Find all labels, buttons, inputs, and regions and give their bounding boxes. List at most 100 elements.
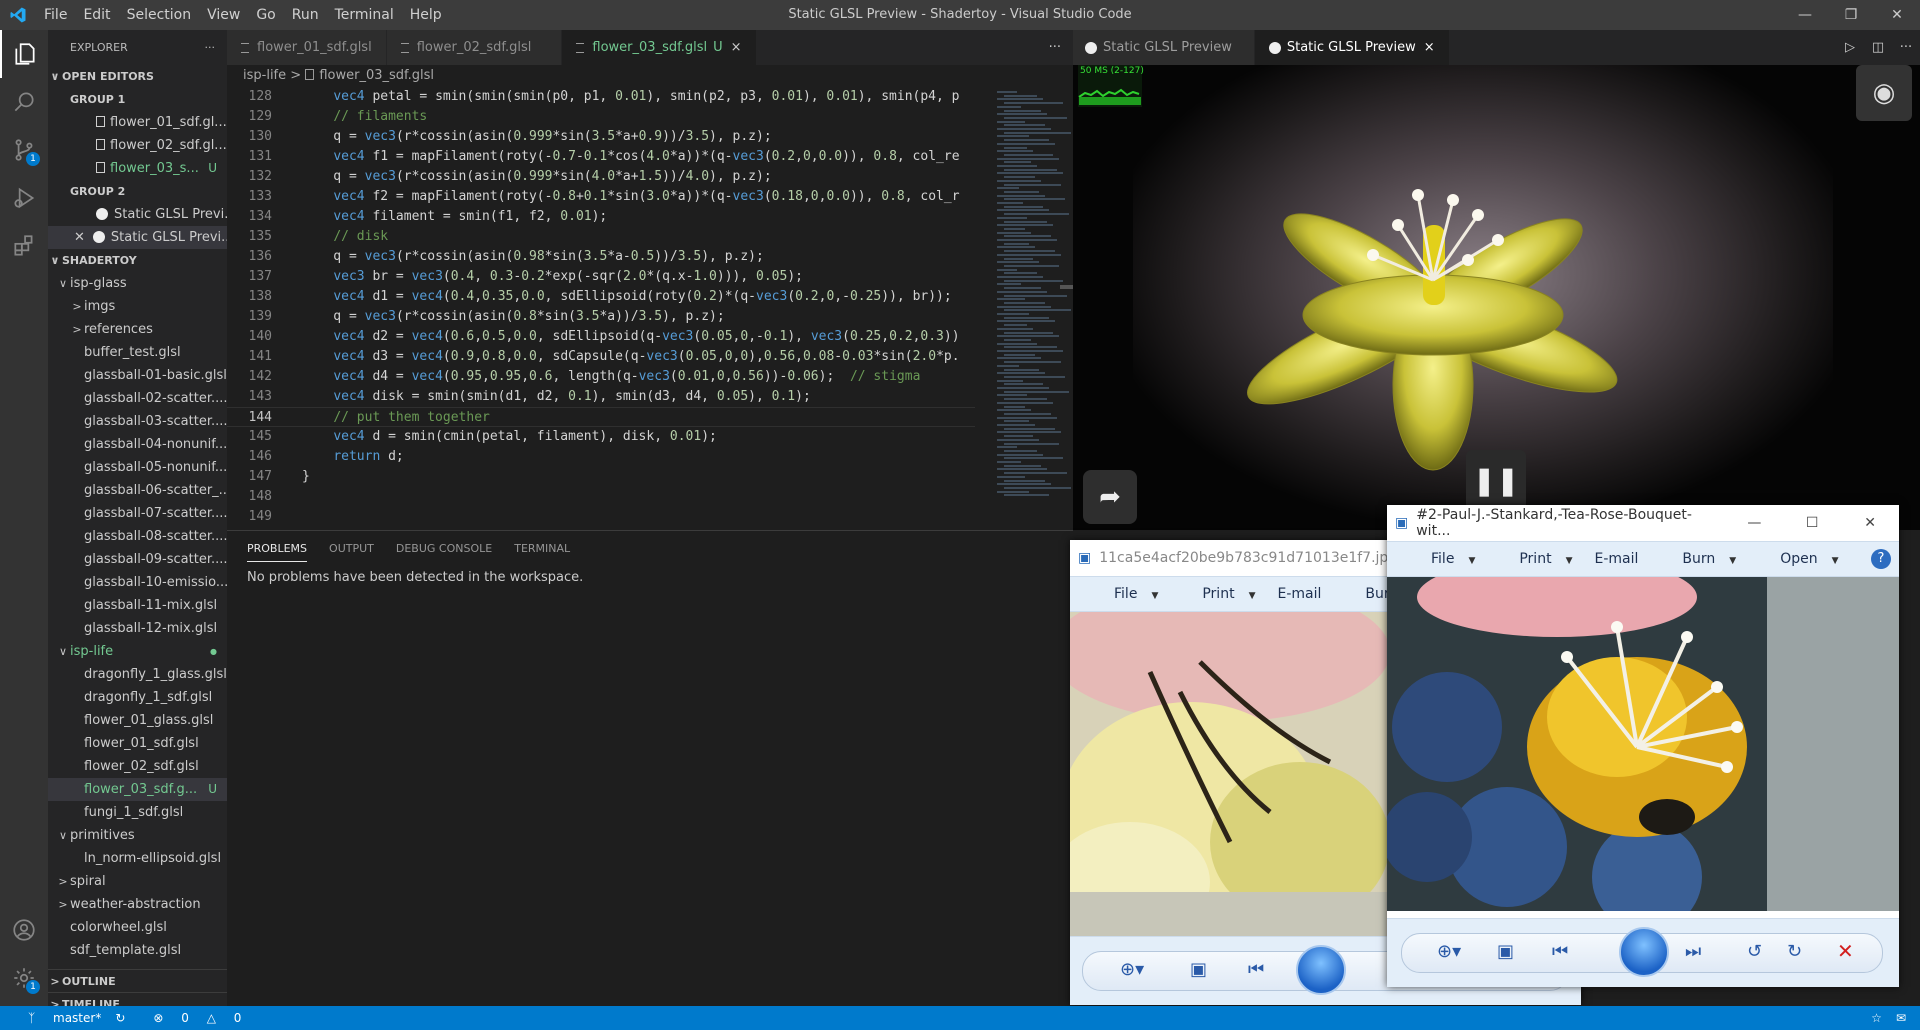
open-editors-section[interactable]: ∨ OPEN EDITORS [48,65,227,88]
code-line[interactable]: 141 vec4 d3 = vec4(0.9,0.8,0.0, sdCapsul… [227,347,975,367]
workspace-section[interactable]: ∨ SHADERTOY [48,249,227,272]
delete-icon[interactable]: ✕ [1837,939,1854,963]
menu-email[interactable]: E-mail [1278,586,1322,602]
slideshow-button[interactable] [1619,927,1669,977]
code-line[interactable]: 140 vec4 d2 = vec4(0.6,0.5,0.0, sdEllips… [227,327,975,347]
menu-file[interactable]: File ▼ [1409,551,1475,567]
extensions-icon[interactable] [0,222,48,270]
tree-file[interactable]: glassball-04-nonunif... [48,433,227,456]
tree-file[interactable]: sdf_template.glsl [48,939,227,962]
slideshow-button[interactable] [1296,945,1346,995]
tree-file[interactable]: flower_03_sdf.g... U [48,778,227,801]
tab-preview-2[interactable]: Static GLSL Preview × [1254,30,1450,65]
accounts-icon[interactable] [0,906,48,954]
tree-file[interactable]: flower_01_glass.glsl [48,709,227,732]
code-line[interactable]: 137 vec3 br = vec3(0.4, 0.3-0.2*exp(-sqr… [227,267,975,287]
tree-file[interactable]: flower_01_sdf.glsl [48,732,227,755]
help-icon[interactable]: ? [1871,549,1891,569]
tree-file[interactable]: flower_02_sdf.glsl [48,755,227,778]
open-editor-item[interactable]: flower_02_sdf.gl... [48,134,227,157]
tree-file[interactable]: glassball-12-mix.glsl [48,617,227,640]
tree-file[interactable]: dragonfly_1_glass.glsl [48,663,227,686]
menu-go[interactable]: Go [248,7,283,23]
minimize-icon[interactable]: — [1725,515,1783,531]
tree-folder[interactable]: > references [48,318,227,341]
minimize-icon[interactable]: — [1782,0,1828,30]
previous-icon[interactable]: ⏮ [1552,941,1568,962]
menu-print[interactable]: Print ▼ [1180,586,1255,602]
code-line[interactable]: 148 [227,487,975,507]
branch-indicator[interactable]: ᛉ master* [14,1011,101,1025]
menu-terminal[interactable]: Terminal [327,7,402,23]
settings-gear-icon[interactable]: 1 [0,954,48,1002]
search-icon[interactable] [0,78,48,126]
split-editor-icon[interactable]: ◫ [1864,40,1892,55]
tab-problems[interactable]: PROBLEMS [247,536,308,562]
more-actions-icon[interactable]: ··· [1892,40,1920,55]
tree-folder[interactable]: > imgs [48,295,227,318]
tree-file[interactable]: glassball-03-scatter.... [48,410,227,433]
open-editor-item[interactable]: ✕ Static GLSL Previ... [48,226,227,249]
tab-flower-01[interactable]: flower_01_sdf.glsl [227,30,387,65]
tree-file[interactable]: glassball-05-nonunif... [48,456,227,479]
tree-folder[interactable]: > weather-abstraction [48,893,227,916]
fit-window-icon[interactable]: ▣ [1190,959,1207,980]
tab-close-icon[interactable]: × [731,40,742,55]
tab-close-icon[interactable]: × [1424,40,1435,55]
code-line[interactable]: 145 vec4 d = smin(cmin(petal, filament),… [227,427,975,447]
open-editor-item[interactable]: flower_03_s... U [48,157,227,180]
shader-preview[interactable]: 50 MS (2-127) ◉ ➦ ❚❚ [1073,65,1920,530]
open-editor-item[interactable]: flower_01_sdf.gl... [48,111,227,134]
pause-icon[interactable]: ❚❚ [1466,450,1526,510]
menu-help[interactable]: Help [402,7,450,23]
tree-file[interactable]: buffer_test.glsl [48,341,227,364]
close-icon[interactable]: ✕ [1841,515,1899,531]
menu-run[interactable]: Run [284,7,327,23]
code-line[interactable]: 128 vec4 petal = smin(smin(smin(p0, p1, … [227,87,975,107]
tree-folder[interactable]: ∨ isp-life ● [48,640,227,663]
code-editor[interactable]: 128 vec4 petal = smin(smin(smin(p0, p1, … [227,87,975,530]
editor-more-icon[interactable]: ··· [1037,30,1073,65]
code-line[interactable]: 138 vec4 d1 = vec4(0.4,0.35,0.0, sdEllip… [227,287,975,307]
camera-icon[interactable]: ◉ [1856,65,1912,121]
code-line[interactable]: 129 // filaments [227,107,975,127]
tab-preview-1[interactable]: Static GLSL Preview [1073,30,1255,65]
minimap-slider[interactable] [1060,285,1073,289]
share-icon[interactable]: ➦ [1083,470,1137,524]
tab-debug-console[interactable]: DEBUG CONSOLE [396,536,492,561]
tree-file[interactable]: glassball-07-scatter.... [48,502,227,525]
tab-flower-03[interactable]: flower_03_sdf.glsl U × [562,30,757,65]
code-line[interactable]: 133 vec4 f2 = mapFilament(roty(-0.8+0.1*… [227,187,975,207]
tree-file[interactable]: glassball-02-scatter.... [48,387,227,410]
tree-file[interactable]: glassball-08-scatter.... [48,525,227,548]
code-line[interactable]: 136 q = vec3(r*cossin(asin(0.98*sin(3.5*… [227,247,975,267]
tab-output[interactable]: OUTPUT [329,536,374,561]
rotate-left-icon[interactable]: ↺ [1747,941,1762,962]
previous-icon[interactable]: ⏮ [1248,959,1264,980]
explorer-icon[interactable] [0,30,48,78]
code-line[interactable]: 143 vec4 disk = smin(smin(d1, d2, 0.1), … [227,387,975,407]
timeline-section[interactable]: > TIMELINE [48,992,227,1006]
tree-file[interactable]: ln_norm-ellipsoid.glsl [48,847,227,870]
tree-file[interactable]: glassball-06-scatter_... [48,479,227,502]
menu-burn[interactable]: Burn ▼ [1660,551,1736,567]
code-line[interactable]: 135 // disk [227,227,975,247]
tab-terminal[interactable]: TERMINAL [514,536,570,561]
fit-window-icon[interactable]: ▣ [1497,941,1514,962]
code-line[interactable]: 139 q = vec3(r*cossin(asin(0.8*sin(3.5*a… [227,307,975,327]
next-icon[interactable]: ⏭ [1685,941,1701,962]
maximize-icon[interactable]: ☐ [1783,515,1841,531]
tree-file[interactable]: glassball-09-scatter.... [48,548,227,571]
sync-icon[interactable]: ↻ [115,1011,125,1025]
open-editor-item[interactable]: Static GLSL Previ... [48,203,227,226]
code-line[interactable]: 147} [227,467,975,487]
code-line[interactable]: 131 vec4 f1 = mapFilament(roty(-0.7-0.1*… [227,147,975,167]
tree-file[interactable]: glassball-01-basic.glsl [48,364,227,387]
problems-indicator[interactable]: ⊗ 0 △ 0 [139,1011,241,1025]
code-line[interactable]: 130 q = vec3(r*cossin(asin(0.999*sin(3.5… [227,127,975,147]
breadcrumb-file[interactable]: flower_03_sdf.glsl [319,68,434,83]
run-debug-icon[interactable] [0,174,48,222]
menu-open[interactable]: Open ▼ [1758,551,1838,567]
minimap[interactable] [975,87,1073,530]
run-icon[interactable]: ▷ [1836,40,1864,55]
